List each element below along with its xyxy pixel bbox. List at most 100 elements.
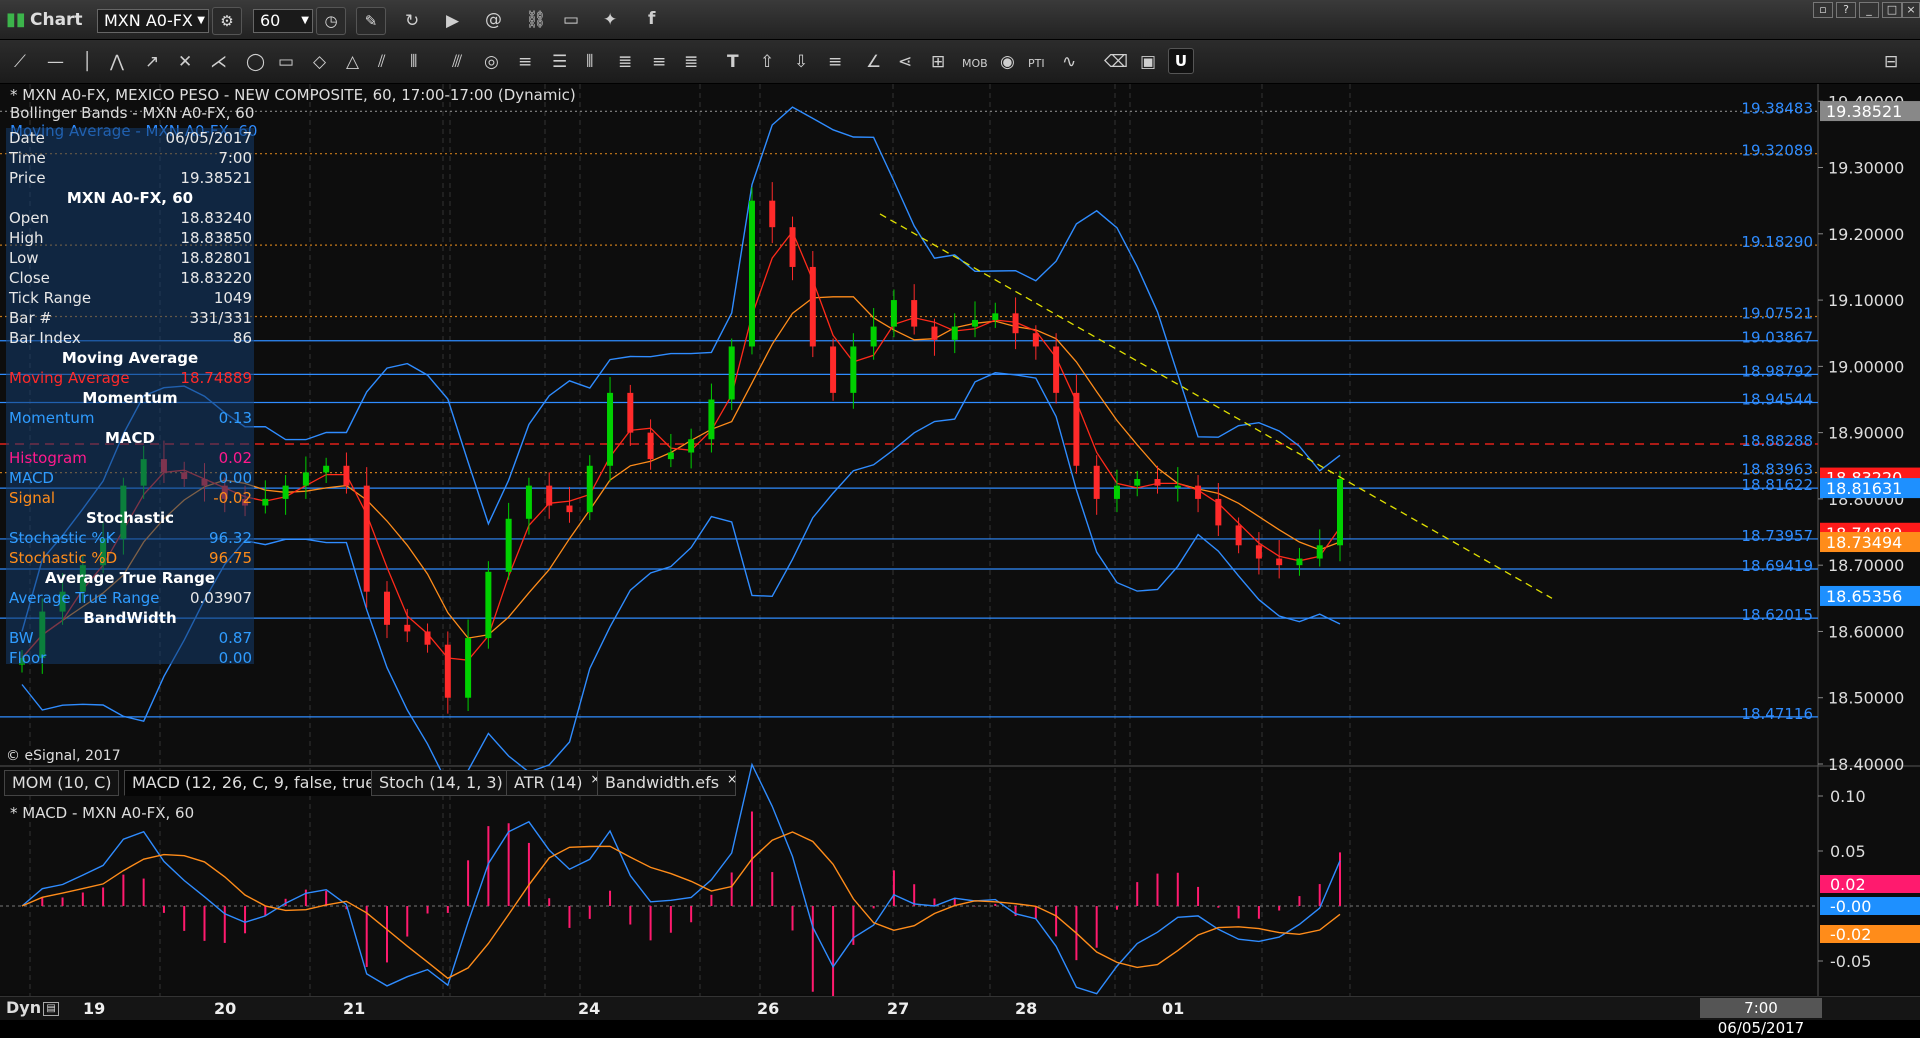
draw-pen-button[interactable]: ✎ [356, 7, 386, 35]
twitter-icon[interactable]: ✦ [603, 10, 617, 30]
window-help-button[interactable]: ? [1836, 2, 1856, 18]
candle-body [1316, 545, 1323, 559]
ray-tool-icon[interactable]: ↗ [145, 52, 159, 72]
bars-tool-icon[interactable]: ⦀ [410, 52, 417, 72]
panel-toggle-icon[interactable]: ⊟ [1884, 52, 1898, 72]
wave-icon[interactable]: ∿ [1062, 52, 1076, 72]
mob-icon[interactable]: MOB [962, 54, 988, 74]
window-menu-button[interactable]: ▫ [1813, 2, 1833, 18]
info-stoch-heading: Stochastic [85, 509, 175, 527]
info-time-row: Time 7:00 [9, 148, 254, 168]
pti-icon[interactable]: PTI [1028, 54, 1045, 74]
pen-icon: ✎ [364, 12, 378, 30]
info-atr-heading: Average True Range [45, 569, 215, 587]
close-button[interactable]: × [1902, 2, 1920, 18]
tab-stoch[interactable]: Stoch (14, 1, 3)× [371, 770, 521, 796]
arrow-down-icon[interactable]: ⇩ [794, 52, 808, 72]
interval-value: 60 [260, 11, 281, 30]
chat-icon[interactable]: ▭ [563, 10, 579, 30]
note-icon[interactable]: ≡ [828, 52, 842, 72]
info-ma-row: Moving Average 18.74889 [9, 368, 254, 388]
info-barindex-row: Bar Index 86 [9, 328, 254, 348]
app-title: Chart [30, 10, 83, 30]
candle-body [424, 631, 431, 645]
candle-body [586, 465, 593, 513]
info-open-row: Open 18.83240 [9, 208, 254, 228]
info-floor-row: Floor 0.00 [9, 648, 254, 668]
cycle-icon[interactable]: ≣ [684, 52, 698, 72]
symbol-input[interactable]: MXN A0-FX ▼ [97, 9, 209, 33]
bollinger-label: Bollinger Bands - MXN A0-FX, 60 [10, 104, 254, 122]
candle-body [1134, 479, 1141, 486]
info-bar-label: Bar # [9, 309, 52, 327]
macd-marker-label: -0.02 [1830, 925, 1871, 944]
diamond-tool-icon[interactable]: ◇ [313, 52, 326, 72]
symbol-settings-button[interactable]: ⚙ [212, 7, 242, 35]
macd-marker-label: -0.00 [1830, 897, 1871, 916]
info-hist-value: 0.02 [218, 449, 252, 467]
maximize-button[interactable]: □ [1882, 2, 1902, 18]
info-open-value: 18.83240 [180, 209, 252, 227]
angle-tool-icon[interactable]: ∠ [866, 52, 881, 72]
fib-ext-icon[interactable]: ☰ [552, 52, 567, 72]
magnet-button[interactable]: U [1168, 48, 1194, 74]
info-time-label: Time [9, 149, 46, 167]
at-icon[interactable]: @ [485, 10, 502, 30]
rectangle-tool-icon[interactable]: ▭ [278, 52, 294, 72]
macd-tick-label: 0.10 [1830, 787, 1866, 806]
candle-body [363, 485, 370, 592]
zigzag-tool-icon[interactable]: ⋀ [110, 52, 124, 72]
triangle-tool-icon[interactable]: △ [346, 52, 359, 72]
channel-tool-icon[interactable]: ⫽ [378, 52, 386, 72]
fib-retrace-icon[interactable]: ≡ [518, 52, 532, 72]
info-barindex-label: Bar Index [9, 329, 81, 347]
interval-input[interactable]: 60 ▼ [253, 9, 313, 33]
tab-macd[interactable]: MACD (12, 26, C, 9, false, true)× [124, 770, 399, 796]
circle-target-icon[interactable]: ◎ [484, 52, 499, 72]
stamp-icon[interactable]: ▣ [1140, 52, 1156, 72]
fib-time-icon[interactable]: ⦀ [586, 52, 593, 72]
line-tool-icon[interactable]: ⟋ [14, 52, 26, 72]
grid-icon[interactable]: ⊞ [931, 52, 945, 72]
facebook-icon[interactable]: f [648, 9, 655, 29]
dynamic-toggle[interactable]: Dyn ▤ [6, 998, 60, 1017]
candle-body [566, 505, 573, 513]
y-tick-label: 19.10000 [1828, 291, 1904, 310]
fan-tool-icon[interactable]: ⋌ [210, 52, 227, 72]
tab-mom[interactable]: MOM (10, C) [4, 770, 120, 796]
price-level-label: 18.69419 [1741, 557, 1813, 575]
vline-tool-icon[interactable]: │ [82, 52, 92, 72]
tab-bandwidth[interactable]: Bandwidth.efs × [597, 767, 737, 796]
link-icon[interactable]: ⛓ [525, 10, 547, 30]
eye-icon[interactable]: ◉ [1000, 52, 1015, 72]
candle-body [992, 313, 999, 320]
candle-body [708, 399, 715, 440]
y-tick-label: 19.00000 [1828, 357, 1904, 376]
ellipse-tool-icon[interactable]: ◯ [246, 52, 265, 72]
settings-icon[interactable]: ▤ [43, 1001, 60, 1016]
gear-icon: ⚙ [220, 12, 234, 30]
close-icon[interactable]: × [727, 767, 737, 791]
info-bw-heading: BandWidth [83, 609, 177, 627]
cross-tool-icon[interactable]: ✕ [178, 52, 192, 72]
arrow-up-icon[interactable]: ⇧ [760, 52, 774, 72]
parallel-tool-icon[interactable]: ⫻ [452, 52, 462, 72]
minimize-button[interactable]: _ [1859, 2, 1879, 18]
tab-bandwidth-label: Bandwidth.efs [605, 773, 720, 792]
interval-clock-button[interactable]: ◷ [316, 7, 346, 35]
refresh-icon[interactable]: ↻ [405, 11, 419, 31]
price-marker-label: 18.81631 [1826, 479, 1902, 498]
play-icon[interactable]: ▶ [446, 11, 459, 31]
pitchfork-icon[interactable]: ⋖ [898, 52, 912, 72]
gann-icon[interactable]: ≣ [618, 52, 632, 72]
chart-area[interactable]: 19.4000019.3000019.2000019.1000019.00000… [0, 84, 1920, 996]
hline-tool-icon[interactable]: — [47, 52, 64, 72]
price-level-label: 18.94544 [1741, 391, 1813, 409]
andrews-icon[interactable]: ≡ [652, 52, 666, 72]
candle-body [282, 485, 289, 499]
price-level-label: 19.03867 [1741, 329, 1813, 347]
info-high-row: High 18.83850 [9, 228, 254, 248]
eraser-icon[interactable]: ⌫ [1104, 52, 1128, 72]
tab-atr[interactable]: ATR (14) × [506, 770, 601, 796]
text-tool-icon[interactable]: T [727, 52, 739, 72]
